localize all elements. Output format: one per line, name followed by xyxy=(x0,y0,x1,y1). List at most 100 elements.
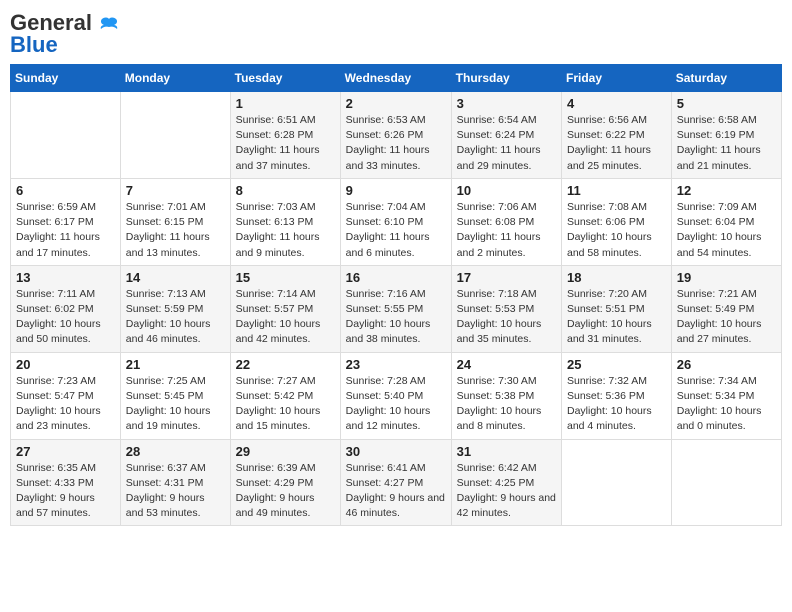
calendar-week-row: 6 Sunrise: 6:59 AM Sunset: 6:17 PM Dayli… xyxy=(11,178,782,265)
day-number: 12 xyxy=(677,183,776,198)
day-number: 15 xyxy=(236,270,335,285)
day-number: 19 xyxy=(677,270,776,285)
logo-blue-text: Blue xyxy=(10,32,58,58)
day-number: 30 xyxy=(346,444,446,459)
day-number: 2 xyxy=(346,96,446,111)
logo: General Blue xyxy=(10,10,118,58)
day-info: Sunrise: 7:28 AM Sunset: 5:40 PM Dayligh… xyxy=(346,374,446,435)
calendar-cell: 23 Sunrise: 7:28 AM Sunset: 5:40 PM Dayl… xyxy=(340,352,451,439)
calendar-week-row: 13 Sunrise: 7:11 AM Sunset: 6:02 PM Dayl… xyxy=(11,265,782,352)
day-number: 16 xyxy=(346,270,446,285)
calendar-cell: 21 Sunrise: 7:25 AM Sunset: 5:45 PM Dayl… xyxy=(120,352,230,439)
day-info: Sunrise: 7:18 AM Sunset: 5:53 PM Dayligh… xyxy=(457,287,556,348)
day-number: 7 xyxy=(126,183,225,198)
weekday-header-row: SundayMondayTuesdayWednesdayThursdayFrid… xyxy=(11,65,782,92)
calendar-cell: 7 Sunrise: 7:01 AM Sunset: 6:15 PM Dayli… xyxy=(120,178,230,265)
weekday-header-monday: Monday xyxy=(120,65,230,92)
calendar-cell: 1 Sunrise: 6:51 AM Sunset: 6:28 PM Dayli… xyxy=(230,92,340,179)
calendar-cell: 28 Sunrise: 6:37 AM Sunset: 4:31 PM Dayl… xyxy=(120,439,230,526)
calendar-cell xyxy=(562,439,672,526)
day-number: 22 xyxy=(236,357,335,372)
day-info: Sunrise: 7:11 AM Sunset: 6:02 PM Dayligh… xyxy=(16,287,115,348)
day-number: 21 xyxy=(126,357,225,372)
calendar-cell: 20 Sunrise: 7:23 AM Sunset: 5:47 PM Dayl… xyxy=(11,352,121,439)
calendar-cell xyxy=(671,439,781,526)
calendar-table: SundayMondayTuesdayWednesdayThursdayFrid… xyxy=(10,64,782,526)
day-number: 18 xyxy=(567,270,666,285)
calendar-cell: 29 Sunrise: 6:39 AM Sunset: 4:29 PM Dayl… xyxy=(230,439,340,526)
page-header: General Blue xyxy=(10,10,782,58)
calendar-cell: 24 Sunrise: 7:30 AM Sunset: 5:38 PM Dayl… xyxy=(451,352,561,439)
day-info: Sunrise: 7:34 AM Sunset: 5:34 PM Dayligh… xyxy=(677,374,776,435)
calendar-cell: 27 Sunrise: 6:35 AM Sunset: 4:33 PM Dayl… xyxy=(11,439,121,526)
day-info: Sunrise: 7:25 AM Sunset: 5:45 PM Dayligh… xyxy=(126,374,225,435)
day-info: Sunrise: 7:14 AM Sunset: 5:57 PM Dayligh… xyxy=(236,287,335,348)
calendar-cell: 12 Sunrise: 7:09 AM Sunset: 6:04 PM Dayl… xyxy=(671,178,781,265)
weekday-header-sunday: Sunday xyxy=(11,65,121,92)
calendar-cell: 5 Sunrise: 6:58 AM Sunset: 6:19 PM Dayli… xyxy=(671,92,781,179)
calendar-cell: 3 Sunrise: 6:54 AM Sunset: 6:24 PM Dayli… xyxy=(451,92,561,179)
calendar-week-row: 20 Sunrise: 7:23 AM Sunset: 5:47 PM Dayl… xyxy=(11,352,782,439)
day-info: Sunrise: 6:39 AM Sunset: 4:29 PM Dayligh… xyxy=(236,461,335,522)
day-number: 10 xyxy=(457,183,556,198)
calendar-cell: 19 Sunrise: 7:21 AM Sunset: 5:49 PM Dayl… xyxy=(671,265,781,352)
day-info: Sunrise: 7:08 AM Sunset: 6:06 PM Dayligh… xyxy=(567,200,666,261)
calendar-cell: 11 Sunrise: 7:08 AM Sunset: 6:06 PM Dayl… xyxy=(562,178,672,265)
day-info: Sunrise: 6:59 AM Sunset: 6:17 PM Dayligh… xyxy=(16,200,115,261)
calendar-cell xyxy=(11,92,121,179)
calendar-cell: 17 Sunrise: 7:18 AM Sunset: 5:53 PM Dayl… xyxy=(451,265,561,352)
logo-bird-icon xyxy=(100,17,118,31)
calendar-week-row: 1 Sunrise: 6:51 AM Sunset: 6:28 PM Dayli… xyxy=(11,92,782,179)
day-info: Sunrise: 7:04 AM Sunset: 6:10 PM Dayligh… xyxy=(346,200,446,261)
day-number: 28 xyxy=(126,444,225,459)
day-number: 11 xyxy=(567,183,666,198)
day-info: Sunrise: 7:16 AM Sunset: 5:55 PM Dayligh… xyxy=(346,287,446,348)
calendar-cell: 8 Sunrise: 7:03 AM Sunset: 6:13 PM Dayli… xyxy=(230,178,340,265)
day-number: 23 xyxy=(346,357,446,372)
calendar-cell: 30 Sunrise: 6:41 AM Sunset: 4:27 PM Dayl… xyxy=(340,439,451,526)
calendar-cell: 15 Sunrise: 7:14 AM Sunset: 5:57 PM Dayl… xyxy=(230,265,340,352)
calendar-cell: 6 Sunrise: 6:59 AM Sunset: 6:17 PM Dayli… xyxy=(11,178,121,265)
day-number: 26 xyxy=(677,357,776,372)
calendar-cell xyxy=(120,92,230,179)
day-info: Sunrise: 7:21 AM Sunset: 5:49 PM Dayligh… xyxy=(677,287,776,348)
weekday-header-friday: Friday xyxy=(562,65,672,92)
day-info: Sunrise: 7:27 AM Sunset: 5:42 PM Dayligh… xyxy=(236,374,335,435)
day-info: Sunrise: 6:51 AM Sunset: 6:28 PM Dayligh… xyxy=(236,113,335,174)
day-info: Sunrise: 6:54 AM Sunset: 6:24 PM Dayligh… xyxy=(457,113,556,174)
calendar-cell: 14 Sunrise: 7:13 AM Sunset: 5:59 PM Dayl… xyxy=(120,265,230,352)
day-number: 1 xyxy=(236,96,335,111)
day-number: 5 xyxy=(677,96,776,111)
day-info: Sunrise: 6:53 AM Sunset: 6:26 PM Dayligh… xyxy=(346,113,446,174)
calendar-cell: 2 Sunrise: 6:53 AM Sunset: 6:26 PM Dayli… xyxy=(340,92,451,179)
day-info: Sunrise: 7:20 AM Sunset: 5:51 PM Dayligh… xyxy=(567,287,666,348)
day-info: Sunrise: 6:42 AM Sunset: 4:25 PM Dayligh… xyxy=(457,461,556,522)
day-info: Sunrise: 7:32 AM Sunset: 5:36 PM Dayligh… xyxy=(567,374,666,435)
calendar-cell: 13 Sunrise: 7:11 AM Sunset: 6:02 PM Dayl… xyxy=(11,265,121,352)
day-info: Sunrise: 6:58 AM Sunset: 6:19 PM Dayligh… xyxy=(677,113,776,174)
day-info: Sunrise: 7:23 AM Sunset: 5:47 PM Dayligh… xyxy=(16,374,115,435)
calendar-cell: 31 Sunrise: 6:42 AM Sunset: 4:25 PM Dayl… xyxy=(451,439,561,526)
calendar-cell: 4 Sunrise: 6:56 AM Sunset: 6:22 PM Dayli… xyxy=(562,92,672,179)
day-number: 24 xyxy=(457,357,556,372)
day-info: Sunrise: 6:56 AM Sunset: 6:22 PM Dayligh… xyxy=(567,113,666,174)
calendar-week-row: 27 Sunrise: 6:35 AM Sunset: 4:33 PM Dayl… xyxy=(11,439,782,526)
day-info: Sunrise: 6:41 AM Sunset: 4:27 PM Dayligh… xyxy=(346,461,446,522)
weekday-header-saturday: Saturday xyxy=(671,65,781,92)
day-number: 25 xyxy=(567,357,666,372)
day-number: 27 xyxy=(16,444,115,459)
weekday-header-thursday: Thursday xyxy=(451,65,561,92)
day-info: Sunrise: 7:01 AM Sunset: 6:15 PM Dayligh… xyxy=(126,200,225,261)
day-number: 6 xyxy=(16,183,115,198)
day-info: Sunrise: 7:13 AM Sunset: 5:59 PM Dayligh… xyxy=(126,287,225,348)
day-number: 17 xyxy=(457,270,556,285)
calendar-cell: 26 Sunrise: 7:34 AM Sunset: 5:34 PM Dayl… xyxy=(671,352,781,439)
day-info: Sunrise: 7:06 AM Sunset: 6:08 PM Dayligh… xyxy=(457,200,556,261)
day-number: 9 xyxy=(346,183,446,198)
day-number: 8 xyxy=(236,183,335,198)
weekday-header-tuesday: Tuesday xyxy=(230,65,340,92)
day-number: 13 xyxy=(16,270,115,285)
day-number: 29 xyxy=(236,444,335,459)
weekday-header-wednesday: Wednesday xyxy=(340,65,451,92)
day-number: 14 xyxy=(126,270,225,285)
